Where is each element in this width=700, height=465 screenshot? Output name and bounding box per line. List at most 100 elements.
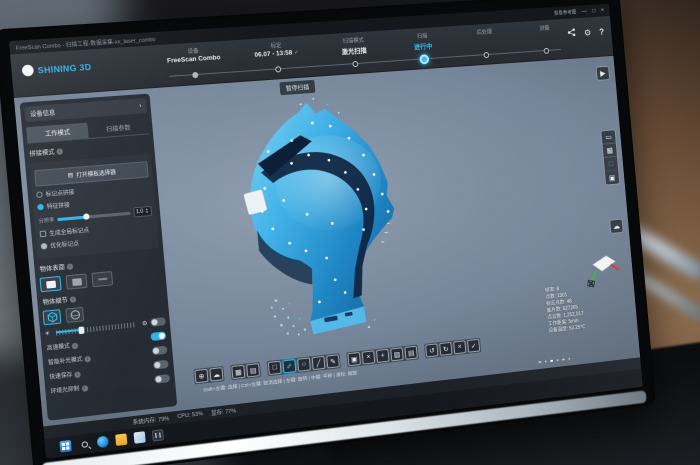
scan-stats: 帧率: 8 点数: 1301 标志点数: 48 面片数: 627265 点云数:…	[545, 284, 586, 335]
point-cloud-button[interactable]: ☁	[209, 367, 223, 382]
brightness-slider[interactable]	[56, 322, 136, 335]
settings-sidebar: 设备信息 › 工作模式 扫描参数 拼接模式i ▤	[20, 94, 178, 421]
tab-work-mode[interactable]: 工作模式	[26, 123, 89, 143]
close-button[interactable]: ×	[601, 7, 605, 13]
surface-dark-button[interactable]	[91, 271, 113, 287]
device-pack-button[interactable]: ▦	[603, 144, 617, 158]
calibration-check-icon: ✓	[294, 50, 299, 56]
step-postprocess-dot	[483, 51, 489, 57]
smart-fill-light-toggle[interactable]	[152, 346, 168, 356]
cancel-button[interactable]: ×	[453, 340, 466, 354]
right-toolbar: ▶ ▭ ▦ □ ▣ ☁	[595, 66, 625, 234]
brightness-sun-icon: ☀	[44, 329, 50, 337]
select-through-button[interactable]: ▨	[390, 347, 403, 361]
cpu-usage: CPU: 53%	[177, 411, 203, 420]
maximize-button[interactable]: □	[592, 8, 596, 14]
undo-button[interactable]: ↺	[425, 343, 438, 357]
step-device-dot	[192, 71, 199, 77]
minimize-button[interactable]: —	[581, 8, 587, 14]
checkbox-icon	[40, 231, 47, 238]
detail-normal-button[interactable]	[65, 307, 84, 323]
info-icon: i	[70, 297, 77, 304]
spin-arrows-icon[interactable]: ▲▼	[145, 208, 149, 214]
quick-save-toggle[interactable]	[153, 360, 169, 370]
confirm-button[interactable]: ✓	[467, 339, 480, 353]
radio-on-icon	[37, 204, 44, 211]
step-calibration-dot	[275, 66, 281, 72]
device-info-header[interactable]: 设备信息 ›	[24, 98, 147, 122]
windows-start-button[interactable]	[59, 440, 71, 453]
step-calibration[interactable]: 标定 06.07 - 13:58 ✓	[236, 39, 315, 60]
resolution-slider[interactable]	[57, 211, 130, 220]
template-icon: ▤	[67, 172, 73, 179]
select-all-button[interactable]: ▣	[347, 352, 361, 366]
share-icon[interactable]	[567, 28, 576, 39]
tab-scan-params[interactable]: 扫描参数	[87, 118, 149, 138]
deselect-button[interactable]: ×	[362, 350, 376, 364]
photos-app-icon[interactable]	[134, 431, 146, 444]
view-reference-label[interactable]: 查看参考图	[554, 9, 577, 17]
surface-reflective-button[interactable]	[66, 273, 88, 289]
clipboard-button[interactable]: ▤	[404, 346, 417, 360]
scanned-3d-model[interactable]	[187, 82, 432, 350]
frame-select-button[interactable]: ▦	[231, 365, 245, 379]
ellipse-select-button[interactable]: ○	[297, 357, 311, 371]
info-icon: i	[67, 264, 74, 271]
step-scan-dot-active	[419, 54, 429, 64]
logo-text: SHINING 3D	[37, 61, 91, 75]
info-icon: i	[84, 355, 91, 362]
step-scan-mode[interactable]: 扫描模式 激光扫描	[315, 34, 393, 58]
resolution-spinbox[interactable]: 1.0 ▲▼	[133, 206, 153, 218]
chevron-right-icon: ›	[139, 103, 142, 109]
lasso-select-button[interactable]: ✐	[282, 359, 296, 373]
view-tool-group: ▭ ▦ □ ▣	[600, 129, 620, 185]
search-icon[interactable]	[78, 438, 90, 451]
software-screen: FreeScan Combo - 扫描工程-数据采集-xx_laser_comb…	[9, 4, 643, 459]
invert-select-button[interactable]: +	[376, 349, 389, 363]
step-scan-mode-dot	[352, 60, 358, 66]
add-data-button[interactable]: ⊕	[194, 369, 208, 384]
help-icon[interactable]: ?	[599, 26, 605, 36]
laptop-bezel: FreeScan Combo - 扫描工程-数据采集-xx_laser_comb…	[0, 0, 656, 465]
mid-surface-icon	[72, 278, 82, 286]
line-select-button[interactable]: ╱	[312, 356, 326, 370]
settings-gear-icon[interactable]: ⚙	[584, 27, 592, 37]
scanner-position-gizmo	[581, 252, 622, 294]
view-window-button[interactable]: ▭	[601, 130, 615, 144]
logo-mark-icon	[22, 64, 35, 76]
pause-scan-button[interactable]: 暂停扫描	[279, 80, 315, 95]
radio-icon	[36, 191, 43, 198]
rect-select-button[interactable]: □	[268, 361, 282, 375]
capture-box-button[interactable]: ▣	[605, 170, 619, 184]
bright-surface-icon	[46, 280, 56, 288]
info-icon: i	[74, 371, 81, 378]
step-measure-dot	[543, 47, 549, 53]
scan-app-taskbar-icon[interactable]	[152, 429, 164, 442]
laptop: FreeScan Combo - 扫描工程-数据采集-xx_laser_comb…	[0, 0, 656, 465]
folder-explorer-icon[interactable]	[115, 433, 127, 446]
brand-logo: SHINING 3D	[22, 61, 92, 77]
lock-button[interactable]: □	[604, 157, 618, 171]
gpu-usage: 显存: 77%	[211, 406, 237, 417]
mesh-cloud-button[interactable]: ☁	[609, 219, 624, 235]
cube-icon	[46, 312, 57, 323]
layer-stack-button[interactable]: ▤	[246, 363, 260, 377]
brush-select-button[interactable]: ✎	[326, 354, 340, 368]
photo-of-laptop-scene: FreeScan Combo - 扫描工程-数据采集-xx_laser_comb…	[0, 0, 700, 465]
brightness-auto-toggle[interactable]	[150, 317, 166, 327]
ambient-light-toggle[interactable]	[154, 374, 170, 384]
detail-rich-button[interactable]	[42, 309, 61, 325]
start-scan-button[interactable]: ▶	[596, 66, 611, 81]
info-icon: i	[56, 149, 63, 156]
surface-normal-button[interactable]	[40, 276, 62, 292]
info-icon: i	[81, 385, 88, 392]
step-device[interactable]: 设备 FreeScan Combo	[153, 44, 234, 65]
speed-mode-toggle[interactable]	[150, 331, 166, 341]
redo-button[interactable]: ↻	[439, 342, 452, 356]
gear-small-icon[interactable]: ⚙	[142, 319, 148, 327]
edge-browser-icon[interactable]	[97, 436, 109, 449]
view-pager-dots	[538, 357, 570, 363]
sphere-icon	[69, 309, 80, 320]
info-icon: i	[72, 342, 79, 349]
radio-filled-icon	[41, 243, 48, 250]
